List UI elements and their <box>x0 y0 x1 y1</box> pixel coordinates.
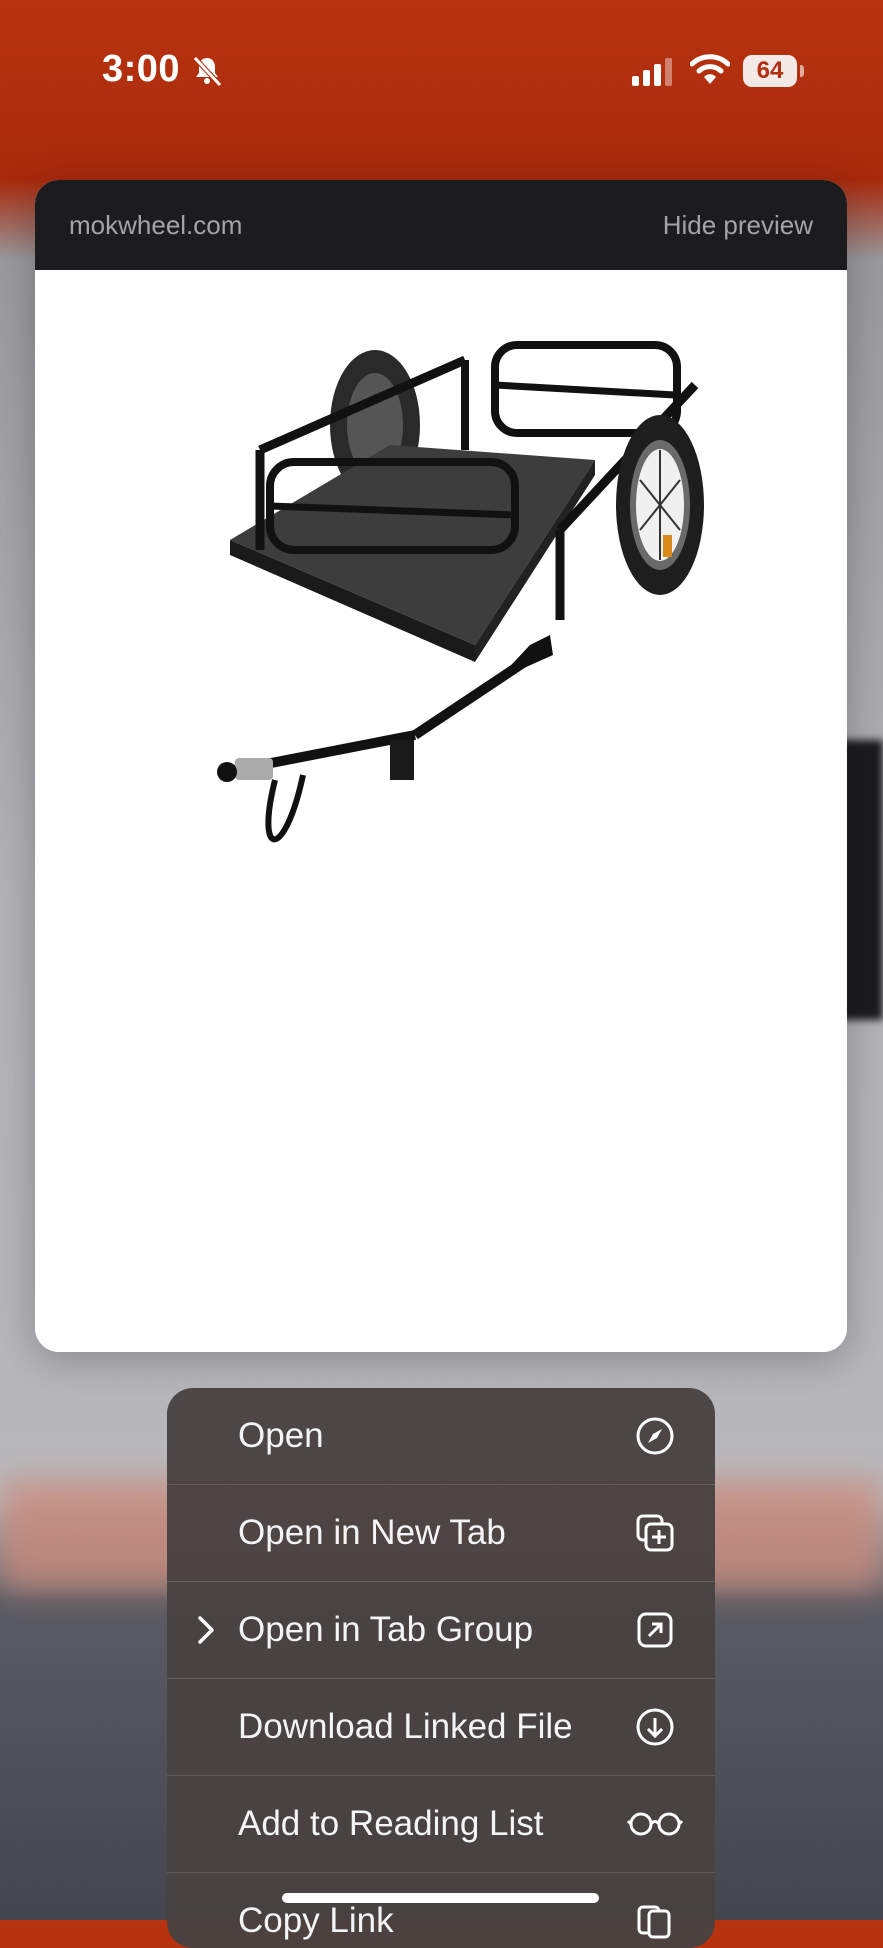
battery-tip <box>800 65 804 77</box>
cellular-signal-icon <box>632 58 672 86</box>
hide-preview-button[interactable]: Hide preview <box>663 210 813 241</box>
status-time: 3:00 <box>102 48 181 90</box>
menu-item-open-tab-group[interactable]: Open in Tab Group <box>167 1582 715 1679</box>
glasses-icon <box>627 1812 683 1836</box>
menu-item-label: Open in Tab Group <box>238 1610 534 1649</box>
wifi-icon <box>690 54 730 84</box>
menu-item-label: Open in New Tab <box>238 1513 506 1552</box>
battery-indicator: 64 <box>743 55 797 87</box>
preview-domain: mokwheel.com <box>69 209 243 240</box>
menu-item-label: Copy Link <box>238 1901 394 1940</box>
preview-header: mokwheel.com Hide preview <box>35 180 847 270</box>
status-bar: 3:00 64 <box>0 0 883 150</box>
menu-item-reading-list[interactable]: Add to Reading List <box>167 1776 715 1873</box>
compass-icon <box>636 1417 674 1455</box>
copy-icon <box>637 1905 671 1939</box>
menu-item-label: Open <box>238 1416 324 1455</box>
download-icon <box>636 1708 674 1746</box>
menu-item-download[interactable]: Download Linked File <box>167 1679 715 1776</box>
new-tab-icon <box>636 1514 674 1552</box>
bell-slash-icon <box>193 56 222 87</box>
menu-item-label: Add to Reading List <box>238 1804 544 1843</box>
preview-content <box>35 270 847 1352</box>
menu-item-copy-link[interactable]: Copy Link <box>167 1873 715 1948</box>
link-preview-card[interactable]: mokwheel.com Hide preview <box>35 180 847 1352</box>
context-menu: Open Open in New Tab Open in Tab Group D… <box>167 1388 715 1948</box>
chevron-right-icon <box>198 1616 214 1644</box>
menu-item-open[interactable]: Open <box>167 1388 715 1485</box>
menu-item-label: Download Linked File <box>238 1707 573 1746</box>
menu-item-open-new-tab[interactable]: Open in New Tab <box>167 1485 715 1582</box>
home-indicator[interactable] <box>282 1893 599 1903</box>
tab-group-icon <box>637 1612 673 1648</box>
bike-trailer-image <box>217 341 704 843</box>
